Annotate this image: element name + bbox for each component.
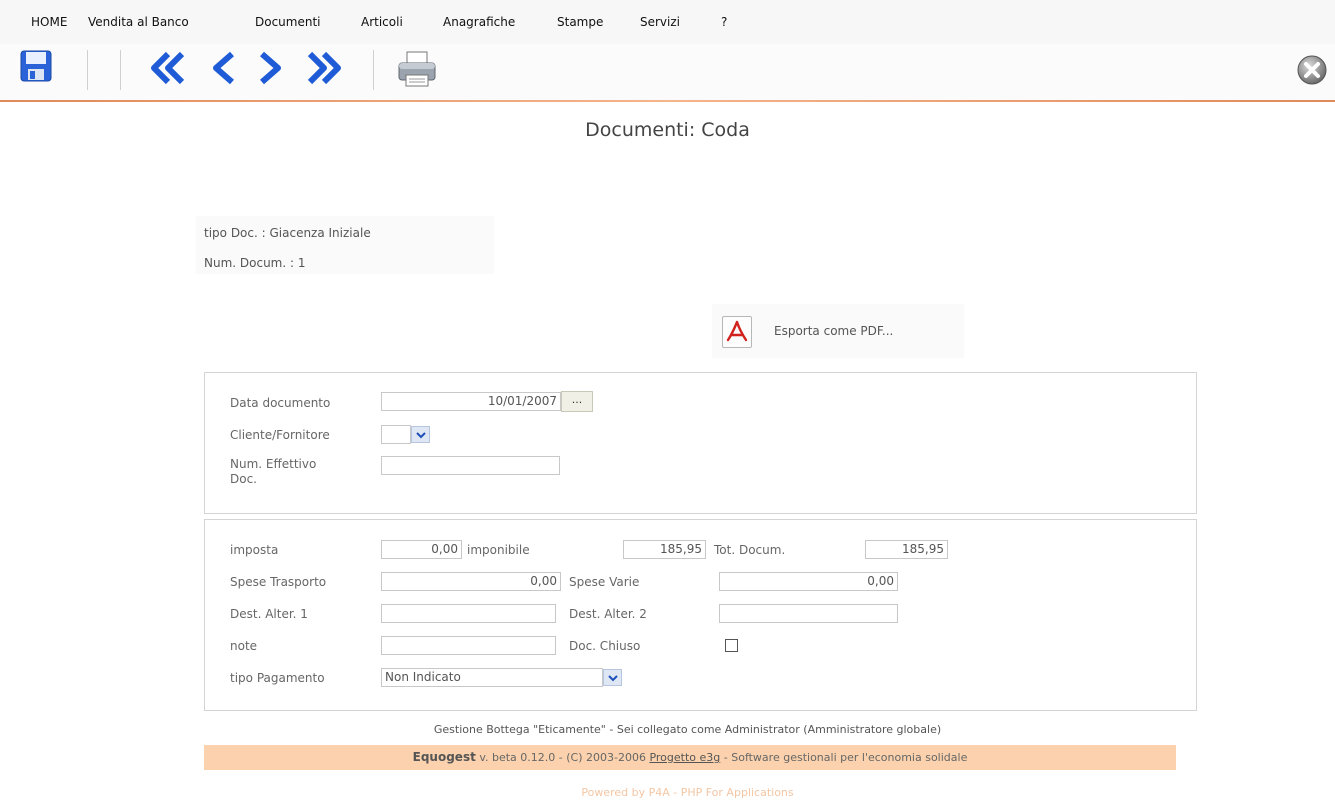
num-effettivo-label-doc: Doc.: [230, 472, 257, 486]
doc-chiuso-checkbox[interactable]: [725, 639, 738, 652]
data-documento-field[interactable]: 10/01/2007: [381, 392, 561, 411]
dest-alter-1-label: Dest. Alter. 1: [230, 607, 308, 621]
imposta-field[interactable]: 0,00: [381, 540, 462, 559]
last-record-icon[interactable]: [304, 50, 344, 89]
note-field[interactable]: [381, 636, 556, 655]
data-documento-label: Data documento: [230, 396, 331, 410]
spese-varie-field[interactable]: 0,00: [719, 572, 898, 591]
save-icon[interactable]: [20, 50, 52, 85]
menu-help[interactable]: ?: [721, 15, 727, 29]
dest-alter-2-field[interactable]: [719, 604, 898, 623]
print-icon[interactable]: [396, 48, 438, 93]
export-pdf-button[interactable]: Esporta come PDF...: [712, 304, 964, 358]
pdf-icon: [722, 316, 752, 348]
spese-trasporto-field[interactable]: 0,00: [381, 572, 561, 591]
tot-docum-field[interactable]: 185,95: [865, 540, 948, 559]
page-title: Documenti: Coda: [585, 119, 750, 141]
num-effettivo-label: Num. Effettivo: [230, 457, 317, 471]
document-header-panel: Data documento 10/01/2007 ... Cliente/Fo…: [204, 372, 1197, 514]
toolbar-separator: [120, 50, 121, 90]
calendar-button[interactable]: ...: [561, 391, 593, 412]
footer-project-link[interactable]: Progetto e3g: [649, 751, 720, 764]
previous-record-icon[interactable]: [208, 50, 238, 89]
toolbar-divider: [0, 100, 1335, 102]
tipo-pagamento-select[interactable]: Non Indicato: [381, 668, 603, 687]
export-pdf-label: Esporta come PDF...: [774, 324, 894, 338]
footer-app-name: Equogest: [412, 750, 476, 764]
cliente-fornitore-select[interactable]: [381, 425, 411, 444]
toolbar-separator: [87, 50, 88, 90]
note-label: note: [230, 639, 258, 653]
dest-alter-2-label: Dest. Alter. 2: [569, 607, 647, 621]
menu-vendita-al-banco[interactable]: Vendita al Banco: [88, 15, 189, 29]
imponibile-label: imponibile: [467, 543, 530, 557]
menu-stampe[interactable]: Stampe: [557, 15, 603, 29]
first-record-icon[interactable]: [148, 50, 188, 89]
spese-trasporto-label: Spese Trasporto: [230, 575, 327, 589]
tot-docum-label: Tot. Docum.: [714, 543, 786, 557]
toolbar: [0, 44, 1335, 100]
cliente-fornitore-label: Cliente/Fornitore: [230, 428, 330, 442]
menu-anagrafiche[interactable]: Anagrafiche: [443, 15, 515, 29]
doc-type: tipo Doc. : Giacenza Iniziale: [204, 226, 371, 240]
spese-varie-label: Spese Varie: [569, 575, 640, 589]
imposta-label: imposta: [230, 543, 279, 557]
document-info: tipo Doc. : Giacenza Iniziale Num. Docum…: [196, 216, 494, 274]
footer-version: v. beta 0.12.0 - (C) 2003-2006: [475, 751, 650, 764]
imponibile-field[interactable]: 185,95: [623, 540, 706, 559]
menu-home[interactable]: HOME: [31, 15, 67, 29]
document-totals-panel: imposta 0,00 imponibile 185,95 Tot. Docu…: [204, 519, 1197, 711]
toolbar-separator: [373, 50, 374, 90]
next-record-icon[interactable]: [256, 50, 286, 89]
menu-documenti[interactable]: Documenti: [255, 15, 321, 29]
close-icon[interactable]: [1296, 54, 1328, 89]
dest-alter-1-field[interactable]: [381, 604, 556, 623]
doc-chiuso-label: Doc. Chiuso: [569, 639, 641, 653]
doc-number: Num. Docum. : 1: [204, 256, 306, 270]
menu-bar: HOME Vendita al Banco Documenti Articoli…: [0, 0, 1335, 44]
powered-by: Powered by P4A - PHP For Applications: [581, 786, 794, 799]
footer-session-info: Gestione Bottega "Eticamente" - Sei coll…: [433, 723, 942, 736]
tipo-pagamento-label: tipo Pagamento: [230, 671, 325, 685]
footer-bar: Equogest v. beta 0.12.0 - (C) 2003-2006 …: [204, 745, 1176, 770]
chevron-down-icon[interactable]: [411, 426, 430, 443]
num-effettivo-field[interactable]: [381, 456, 560, 475]
footer-tagline: - Software gestionali per l'economia sol…: [720, 751, 968, 764]
menu-articoli[interactable]: Articoli: [361, 15, 403, 29]
menu-servizi[interactable]: Servizi: [640, 15, 680, 29]
chevron-down-icon[interactable]: [603, 669, 622, 686]
